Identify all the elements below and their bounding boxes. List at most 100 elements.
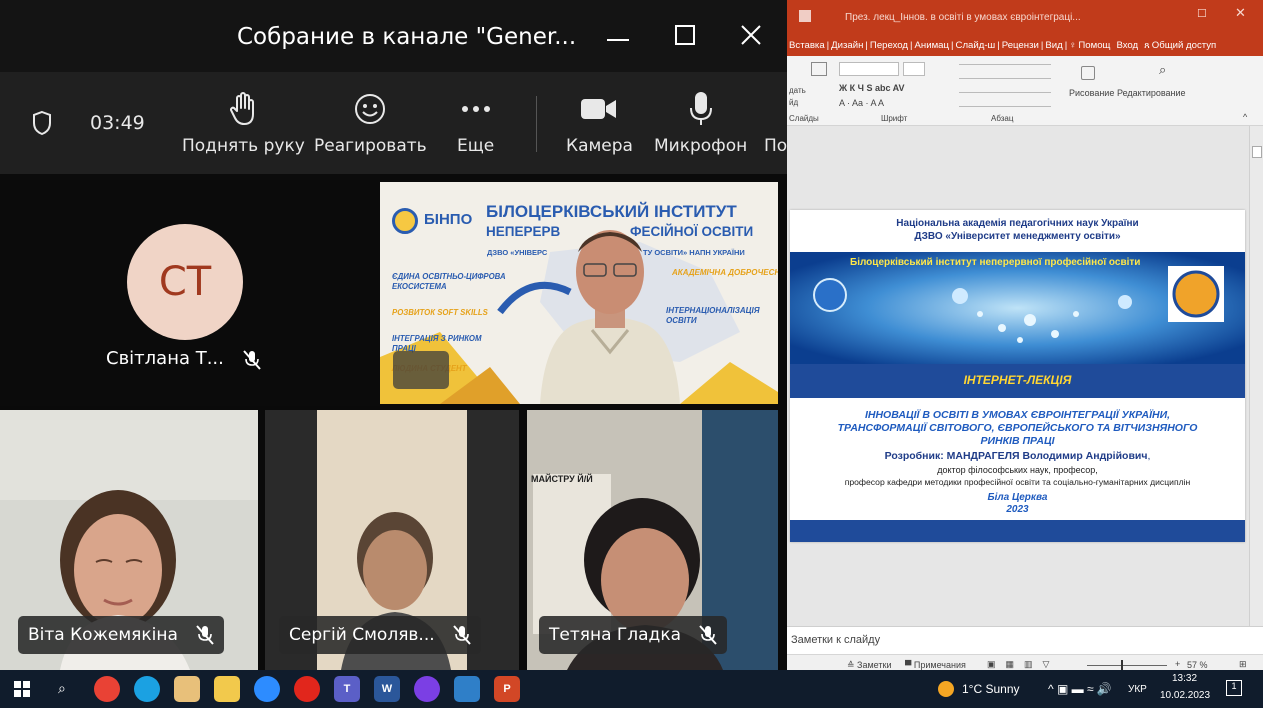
ppt-title-bar: През. лекц_Іннов. в освіті в умовах євро… xyxy=(787,0,1263,36)
tab-transitions[interactable]: Переход xyxy=(870,40,908,51)
minimize-button[interactable] xyxy=(598,18,638,56)
tray-icons[interactable]: ^ ▣ ▬ ≈ 🔊 xyxy=(1048,670,1112,708)
presenter-video xyxy=(540,230,680,404)
font-name-box[interactable] xyxy=(839,62,899,76)
close-icon[interactable]: ✕ xyxy=(1235,5,1246,21)
participant-tile-tetiana[interactable]: МАЙСТРУ Й/Й Тетяна Гладка xyxy=(527,410,778,670)
camera-label: Камера xyxy=(566,136,633,156)
drawing-button[interactable]: Рисование xyxy=(1069,88,1114,98)
notes-pane[interactable]: Заметки к слайду xyxy=(787,626,1263,654)
hand-icon xyxy=(228,87,258,131)
tab-design[interactable]: Дизайн xyxy=(831,40,863,51)
windows-start-icon[interactable] xyxy=(14,681,30,702)
mic-muted-icon xyxy=(243,350,261,375)
teams-icon[interactable]: T xyxy=(334,676,360,702)
layout-icon[interactable] xyxy=(811,62,827,76)
zoom-icon[interactable] xyxy=(254,676,280,702)
react-button[interactable]: Реагировать xyxy=(314,87,427,156)
photos-icon[interactable] xyxy=(454,676,480,702)
participant-name: Віта Кожемякіна xyxy=(28,625,178,645)
shield-icon[interactable] xyxy=(32,110,52,141)
banner-line-3a: ДЗВО «УНІВЕРС xyxy=(487,248,548,257)
banner-right-1: АКАДЕМІЧНА ДОБРОЧЕСНІСТЬ xyxy=(672,268,778,277)
tell-me-input[interactable]: Помощ xyxy=(1078,40,1110,51)
sign-in-link[interactable]: Вход xyxy=(1116,40,1138,51)
close-button[interactable] xyxy=(731,18,771,56)
comments-toggle[interactable]: ▀ Примечания xyxy=(905,660,966,670)
ppt-document-title: През. лекц_Іннов. в освіті в умовах євро… xyxy=(845,12,1081,23)
shapes-icon[interactable] xyxy=(1081,66,1095,80)
zoom-level[interactable]: 57 % xyxy=(1187,660,1208,670)
clock-time[interactable]: 13:32 xyxy=(1172,673,1197,684)
binpo-logo xyxy=(392,208,418,234)
participant-name-pill: Сергій Смоляв... xyxy=(279,616,481,654)
word-icon[interactable]: W xyxy=(374,676,400,702)
slide[interactable]: Національна академія педагогічних наук У… xyxy=(790,210,1245,542)
slides-group-label: Слайды xyxy=(789,114,819,123)
maximize-button[interactable] xyxy=(665,18,705,56)
meeting-title: Собрание в канале "Gener... xyxy=(237,24,577,50)
comments-toggle-label: Примечания xyxy=(913,660,966,670)
weather-widget[interactable]: 1°C Sunny xyxy=(938,670,1020,708)
maximize-icon[interactable]: ☐ xyxy=(1197,7,1207,20)
zoom-slider-thumb[interactable] xyxy=(1121,660,1123,670)
share-button[interactable]: Общий доступ xyxy=(1152,40,1216,51)
view-buttons[interactable]: ▣▦▥▽ xyxy=(987,659,1059,670)
clock-date[interactable]: 10.02.2023 xyxy=(1160,690,1210,701)
camera-button[interactable]: Камера xyxy=(566,87,633,156)
collapse-ribbon-icon[interactable]: ^ xyxy=(1243,112,1247,122)
smiley-icon xyxy=(354,87,386,131)
font-size-buttons[interactable]: A · Aa · A A xyxy=(839,98,884,108)
search-icon[interactable]: ⌕ xyxy=(1159,62,1166,78)
tab-slideshow[interactable]: Слайд-ш xyxy=(956,40,996,51)
participant-tile-vita[interactable]: Віта Кожемякіна xyxy=(0,410,258,670)
edge-icon[interactable] xyxy=(134,676,160,702)
viber-icon[interactable] xyxy=(414,676,440,702)
fit-slide-icon[interactable]: ⊞ xyxy=(1239,659,1247,670)
desktop: Собрание в канале "Gener... 03:49 Поднят… xyxy=(0,0,1263,708)
paragraph-controls[interactable] xyxy=(959,64,1051,108)
chrome-icon[interactable] xyxy=(94,676,120,702)
editing-button[interactable]: Редактирование xyxy=(1117,88,1186,98)
search-icon[interactable]: ⌕ xyxy=(58,680,66,697)
tab-insert[interactable]: Вставка xyxy=(789,40,825,51)
app-icon[interactable] xyxy=(174,676,200,702)
microphone-button[interactable]: Микрофон xyxy=(654,87,747,156)
raise-hand-label: Поднять руку xyxy=(182,136,305,156)
slide-city: Біла Церква xyxy=(987,492,1048,503)
raise-hand-button[interactable]: Поднять руку xyxy=(182,87,305,156)
font-format-buttons[interactable]: Ж К Ч S abc AV xyxy=(839,83,904,93)
banner-bullet-2: РОЗВИТОК SOFT SKILLS xyxy=(392,308,488,317)
more-button[interactable]: Еще xyxy=(457,87,494,156)
font-size-box[interactable] xyxy=(903,62,925,76)
vertical-scrollbar[interactable] xyxy=(1249,126,1263,626)
scroll-thumb[interactable] xyxy=(1252,146,1262,158)
slide-topic-2: ТРАНСФОРМАЦІЇ СВІТОВОГО, ЄВРОПЕЙСЬКОГО Т… xyxy=(837,422,1198,434)
language-indicator[interactable]: УКР xyxy=(1128,670,1147,708)
zoom-in-icon[interactable]: + xyxy=(1175,659,1180,669)
opera-icon[interactable] xyxy=(294,676,320,702)
powerpoint-window: През. лекц_Іннов. в освіті в умовах євро… xyxy=(787,0,1263,680)
powerpoint-icon[interactable]: P xyxy=(494,676,520,702)
sun-icon xyxy=(938,681,954,697)
participant-tile-serhii[interactable]: Сергій Смоляв... xyxy=(265,410,519,670)
participant-name: Тетяна Гладка xyxy=(549,625,681,645)
teams-meeting-window: Собрание в канале "Gener... 03:49 Поднят… xyxy=(0,0,787,670)
participant-tile-svitlana[interactable]: СТ Світлана Т... xyxy=(0,174,380,406)
share-button[interactable]: По xyxy=(764,87,787,156)
zoom-slider[interactable] xyxy=(1087,665,1167,666)
tab-view[interactable]: Вид xyxy=(1045,40,1062,51)
save-icon[interactable] xyxy=(799,10,811,22)
tab-review[interactable]: Рецензи xyxy=(1002,40,1039,51)
mic-muted-icon xyxy=(699,625,717,645)
participant-tile-presenter[interactable]: БІНПО БІЛОЦЕРКІВСЬКИЙ ІНСТИТУТ НЕПЕРЕРВ … xyxy=(380,182,778,404)
tab-animations[interactable]: Анимац xyxy=(915,40,949,51)
paste-label-a: дать xyxy=(789,86,806,95)
notification-icon[interactable]: 1 xyxy=(1226,680,1242,696)
slide-author-comma: , xyxy=(1147,450,1151,462)
participant-name-pill: Тетяна Гладка xyxy=(539,616,727,654)
video-overlay-control[interactable] xyxy=(393,351,449,389)
maximize-icon xyxy=(675,24,695,50)
file-explorer-icon[interactable] xyxy=(214,676,240,702)
avatar-initials: СТ xyxy=(158,259,212,305)
